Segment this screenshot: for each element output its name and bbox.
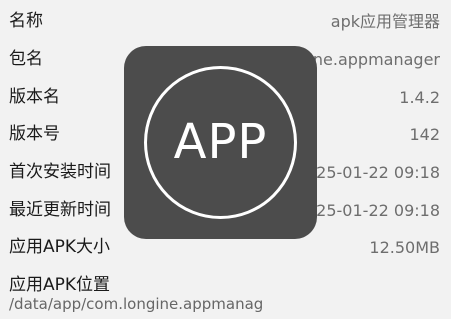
apk-location-value: /data/app/com.longine.appmanag xyxy=(9,295,264,313)
package-name-label: 包名 xyxy=(9,49,43,69)
version-code-label: 版本号 xyxy=(9,124,60,144)
app-placeholder-icon: APP xyxy=(124,46,317,239)
version-name-label: 版本名 xyxy=(9,87,60,107)
version-name-value: 1.4.2 xyxy=(399,88,440,107)
app-icon-text: APP xyxy=(173,114,268,170)
apk-size-value: 12.50MB xyxy=(369,238,440,257)
apk-location-label: 应用APK位置 xyxy=(9,275,111,295)
first-install-time-value: 2025-01-22 09:18 xyxy=(295,163,440,182)
first-install-time-label: 首次安装时间 xyxy=(9,162,111,182)
last-update-time-value: 2025-01-22 09:18 xyxy=(295,201,440,220)
row-app-name: 名称 apk应用管理器 xyxy=(0,3,451,39)
apk-size-label: 应用APK大小 xyxy=(9,237,111,257)
app-name-value: apk应用管理器 xyxy=(330,12,440,31)
version-code-value: 142 xyxy=(409,125,440,144)
app-name-label: 名称 xyxy=(9,11,43,31)
last-update-time-label: 最近更新时间 xyxy=(9,200,111,220)
